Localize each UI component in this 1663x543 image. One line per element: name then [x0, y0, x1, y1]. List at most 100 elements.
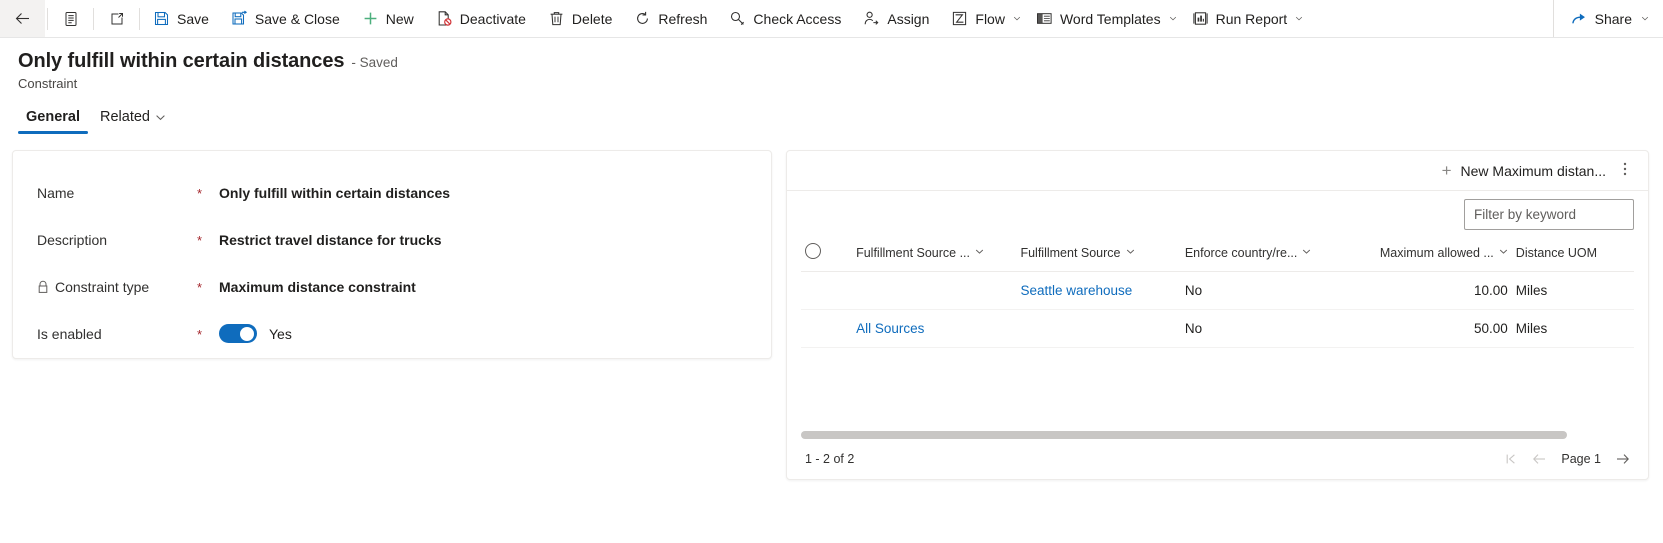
new-maximum-distance-button[interactable]: + New Maximum distan...: [1434, 157, 1614, 184]
word-doc-icon: [1036, 10, 1053, 27]
save-icon: [153, 10, 170, 27]
field-label-constraint-type-text: Constraint type: [55, 278, 150, 295]
column-header-label: Fulfillment Source ...: [856, 245, 971, 260]
form-selector-button[interactable]: [50, 0, 91, 37]
cell-fulfillment-source-type: [852, 271, 1017, 310]
tab-general-label: General: [26, 109, 80, 125]
check-access-button-label: Check Access: [753, 10, 842, 27]
refresh-button[interactable]: Refresh: [623, 0, 718, 37]
back-arrow-icon: [14, 10, 31, 27]
is-enabled-toggle-wrapper: Yes: [219, 324, 292, 343]
assign-button-label: Assign: [887, 10, 930, 27]
select-all-radio-icon[interactable]: [805, 243, 821, 259]
column-header-label: Fulfillment Source: [1020, 245, 1121, 260]
new-maximum-distance-button-label: New Maximum distan...: [1460, 162, 1606, 179]
delete-button[interactable]: Delete: [537, 0, 623, 37]
save-status-text: - Saved: [351, 55, 398, 70]
share-chevron-down-icon[interactable]: [1637, 11, 1653, 27]
lock-icon: [37, 280, 49, 294]
column-header-distance-uom[interactable]: Distance UOM: [1511, 236, 1634, 272]
save-button[interactable]: Save: [142, 0, 220, 37]
flow-button[interactable]: Flow: [940, 0, 1009, 37]
share-section: Share: [1552, 0, 1663, 37]
tab-related-chevron-down-icon: [155, 112, 166, 123]
next-page-icon[interactable]: [1615, 452, 1630, 466]
column-header-label: Enforce country/re...: [1184, 245, 1298, 260]
tab-general[interactable]: General: [18, 106, 88, 134]
cell-fulfillment-source: [1016, 309, 1181, 348]
word-templates-button[interactable]: Word Templates: [1025, 0, 1165, 37]
flow-button-label: Flow: [975, 10, 1005, 27]
grid-scroll-area: Fulfillment Source ... Fulfillment Sourc…: [787, 236, 1648, 431]
field-row-description: Description * Restrict travel distance f…: [37, 216, 747, 263]
field-value-description[interactable]: Restrict travel distance for trucks: [219, 232, 442, 248]
is-enabled-toggle[interactable]: [219, 324, 257, 343]
save-and-close-button[interactable]: Save & Close: [220, 0, 351, 37]
row-select-cell[interactable]: [801, 309, 853, 348]
run-report-button[interactable]: Run Report: [1181, 0, 1292, 37]
required-indicator: *: [197, 186, 203, 201]
cell-fulfillment-source-type: All Sources: [852, 309, 1017, 348]
table-header-row: Fulfillment Source ... Fulfillment Sourc…: [801, 236, 1634, 272]
chevron-down-icon: [975, 247, 984, 258]
table-row[interactable]: All Sources No 50.00 Miles: [801, 309, 1634, 348]
column-header-fulfillment-source[interactable]: Fulfillment Source: [1016, 236, 1181, 272]
row-select-cell[interactable]: [801, 271, 853, 310]
back-button[interactable]: [0, 0, 45, 37]
field-label-description: Description: [37, 232, 197, 248]
tab-related[interactable]: Related: [92, 106, 174, 134]
column-header-fulfillment-source-type[interactable]: Fulfillment Source ...: [852, 236, 1017, 272]
form-list-icon: [62, 10, 79, 27]
assign-button[interactable]: Assign: [852, 0, 940, 37]
column-header-maximum-allowed-distance[interactable]: Maximum allowed ...: [1345, 236, 1512, 272]
previous-page-icon[interactable]: [1532, 452, 1547, 466]
grid-toolbar: + New Maximum distan...: [787, 151, 1648, 191]
more-commands-kebab-icon[interactable]: [1616, 157, 1634, 184]
tab-bar: General Related: [0, 106, 1663, 134]
page-header: Only fulfill within certain distances - …: [0, 38, 1663, 91]
tab-related-label: Related: [100, 109, 150, 125]
required-indicator: *: [197, 280, 203, 295]
word-templates-button-label: Word Templates: [1059, 10, 1161, 27]
new-button[interactable]: New: [351, 0, 425, 37]
table-row[interactable]: Seattle warehouse No 10.00 Miles: [801, 271, 1634, 310]
grid-filter-row: [787, 191, 1648, 236]
open-in-new-window-button[interactable]: [96, 0, 137, 37]
cell-enforce-country-region: No: [1180, 309, 1346, 348]
field-label-constraint-type: Constraint type: [37, 279, 197, 295]
horizontal-scrollbar-track[interactable]: [787, 431, 1648, 439]
deactivate-button-label: Deactivate: [459, 10, 526, 27]
entity-name-label: Constraint: [18, 76, 78, 91]
field-row-constraint-type: Constraint type * Maximum distance const…: [37, 263, 747, 310]
share-button[interactable]: Share: [1560, 0, 1637, 37]
first-page-icon[interactable]: [1504, 452, 1518, 466]
run-report-button-label: Run Report: [1215, 10, 1288, 27]
chevron-down-icon: [1126, 247, 1135, 258]
key-icon: [729, 10, 746, 27]
command-bar-nav-group: [0, 0, 142, 37]
word-templates-chevron-down-icon[interactable]: [1165, 11, 1181, 27]
check-access-button[interactable]: Check Access: [718, 0, 852, 37]
divider: [93, 7, 94, 30]
save-and-close-icon: [231, 10, 248, 27]
popout-icon: [108, 10, 125, 27]
plus-icon: [362, 10, 379, 27]
field-label-is-enabled: Is enabled: [37, 326, 197, 342]
plus-icon: +: [1441, 161, 1452, 180]
refresh-icon: [634, 10, 651, 27]
share-button-label: Share: [1594, 10, 1632, 27]
toggle-knob: [240, 326, 254, 341]
filter-by-keyword-input[interactable]: [1464, 199, 1634, 230]
fulfillment-source-link[interactable]: Seattle warehouse: [1020, 283, 1132, 298]
share-icon: [1571, 10, 1588, 27]
fulfillment-source-type-link[interactable]: All Sources: [856, 321, 924, 336]
flow-chevron-down-icon[interactable]: [1009, 11, 1025, 27]
grid-footer: 1 - 2 of 2 Page 1: [787, 439, 1648, 479]
assign-person-icon: [863, 10, 880, 27]
column-header-enforce-country-region[interactable]: Enforce country/re...: [1180, 236, 1346, 272]
run-report-chevron-down-icon[interactable]: [1291, 11, 1307, 27]
horizontal-scrollbar-thumb[interactable]: [801, 431, 1568, 439]
deactivate-button[interactable]: Deactivate: [425, 0, 537, 37]
related-records-table: Fulfillment Source ... Fulfillment Sourc…: [801, 236, 1634, 348]
field-value-name[interactable]: Only fulfill within certain distances: [219, 185, 450, 201]
